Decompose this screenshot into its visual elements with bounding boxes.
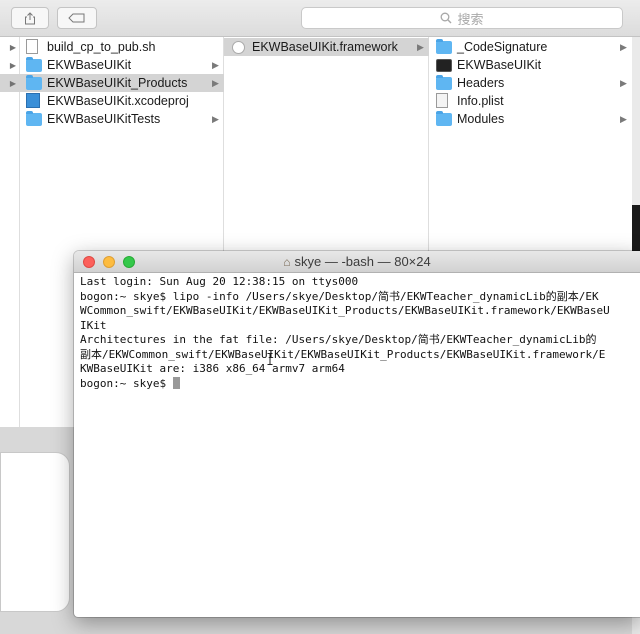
- terminal-line: IKit: [80, 318, 107, 332]
- list-item-label: EKWBaseUIKitTests: [47, 112, 161, 126]
- folder-icon: [26, 75, 42, 90]
- terminal-line: WCommon_swift/EKWBaseUIKit/EKWBaseUIKit_…: [80, 304, 610, 317]
- terminal-line: bogon:~ skye$ lipo -info /Users/skye/Des…: [80, 289, 599, 303]
- terminal-prompt: bogon:~ skye$: [80, 376, 173, 390]
- home-icon: ⌂: [283, 254, 291, 269]
- tag-icon: [68, 13, 85, 23]
- folder-icon: [436, 111, 452, 126]
- disclosure-row: ▶: [0, 38, 20, 56]
- share-button[interactable]: [11, 7, 49, 29]
- list-item[interactable]: EKWBaseUIKit.framework ▶: [224, 38, 429, 56]
- document-icon: [26, 39, 42, 54]
- terminal-titlebar[interactable]: ⌂ skye — -bash — 80×24: [74, 251, 640, 273]
- list-item[interactable]: EKWBaseUIKitTests ▶: [20, 110, 224, 128]
- terminal-output[interactable]: Last login: Sun Aug 20 12:38:15 on ttys0…: [80, 275, 636, 615]
- chevron-right-icon: ▶: [212, 59, 219, 70]
- terminal-window[interactable]: ⌂ skye — -bash — 80×24 Last login: Sun A…: [74, 251, 640, 617]
- list-item-label: Info.plist: [457, 94, 504, 108]
- search-placeholder: 搜索: [457, 11, 484, 27]
- list-item-label: build_cp_to_pub.sh: [47, 40, 156, 54]
- list-item-label: EKWBaseUIKit.xcodeproj: [47, 94, 189, 108]
- terminal-cursor: [172, 376, 180, 389]
- xcodeproj-icon: [26, 93, 42, 108]
- disclosure-triangle-icon[interactable]: ▶: [9, 38, 17, 56]
- list-item-label: Headers: [457, 76, 505, 90]
- disclosure-row: ▶: [0, 74, 20, 92]
- close-button[interactable]: [83, 256, 95, 268]
- list-item-label: EKWBaseUIKit: [47, 58, 132, 72]
- list-item-label: EKWBaseUIKit: [457, 58, 542, 72]
- disclosure-triangle-icon[interactable]: ▶: [9, 56, 17, 74]
- edit-tags-button[interactable]: [57, 7, 97, 29]
- executable-icon: [436, 59, 452, 72]
- list-item[interactable]: Modules ▶: [429, 110, 632, 128]
- plist-icon: [436, 93, 452, 108]
- search-field[interactable]: 搜索: [301, 7, 623, 29]
- folder-icon: [436, 39, 452, 54]
- chevron-right-icon: ▶: [212, 77, 219, 88]
- list-item[interactable]: Info.plist: [429, 92, 632, 110]
- list-item-label: _CodeSignature: [457, 40, 548, 54]
- terminal-prompt-line: bogon:~ skye$: [80, 376, 636, 392]
- folder-icon: [436, 75, 452, 90]
- chevron-right-icon: ▶: [620, 113, 627, 124]
- finder-toolbar: 搜索: [0, 0, 640, 37]
- disclosure-triangle-icon[interactable]: ▶: [9, 74, 17, 92]
- terminal-line: KWBaseUIKit are: i386 x86_64 armv7 arm64: [80, 362, 345, 375]
- list-item[interactable]: EKWBaseUIKit_Products ▶: [20, 74, 224, 92]
- minimize-button[interactable]: [103, 256, 115, 268]
- list-item-label: Modules: [457, 112, 505, 126]
- list-item[interactable]: _CodeSignature ▶: [429, 38, 632, 56]
- list-item[interactable]: EKWBaseUIKit.xcodeproj: [20, 92, 224, 110]
- terminal-line: 副本/EKWCommon_swift/EKWBaseUIKit/EKWBaseU…: [80, 347, 606, 361]
- disclosure-row: ▶: [0, 56, 20, 74]
- list-item[interactable]: EKWBaseUIKit ▶: [20, 56, 224, 74]
- column-parent: ▶ ▶ ▶: [0, 37, 20, 427]
- terminal-line: Last login: Sun Aug 20 12:38:15 on ttys0…: [80, 275, 359, 288]
- terminal-title: skye — -bash — 80×24: [294, 254, 431, 269]
- chevron-right-icon: ▶: [620, 77, 627, 88]
- list-item-label: EKWBaseUIKit.framework: [252, 40, 398, 54]
- framework-icon: [232, 41, 248, 54]
- chevron-right-icon: ▶: [620, 41, 627, 52]
- share-icon: [25, 11, 35, 24]
- terminal-line: Architectures in the fat file: /Users/sk…: [80, 333, 597, 346]
- zoom-button[interactable]: [123, 256, 135, 268]
- list-item[interactable]: Headers ▶: [429, 74, 632, 92]
- list-item[interactable]: EKWBaseUIKit: [429, 56, 632, 74]
- list-item-label: EKWBaseUIKit_Products: [47, 76, 188, 90]
- chevron-right-icon: ▶: [212, 113, 219, 124]
- disclosure-row: [0, 92, 20, 110]
- folder-icon: [26, 111, 42, 126]
- text-cursor-icon: [267, 353, 273, 365]
- disclosure-row: [0, 110, 20, 128]
- folder-icon: [26, 57, 42, 72]
- preview-panel: [0, 452, 70, 612]
- chevron-right-icon: ▶: [417, 41, 424, 52]
- list-item[interactable]: build_cp_to_pub.sh: [20, 38, 224, 56]
- search-icon: [441, 12, 452, 24]
